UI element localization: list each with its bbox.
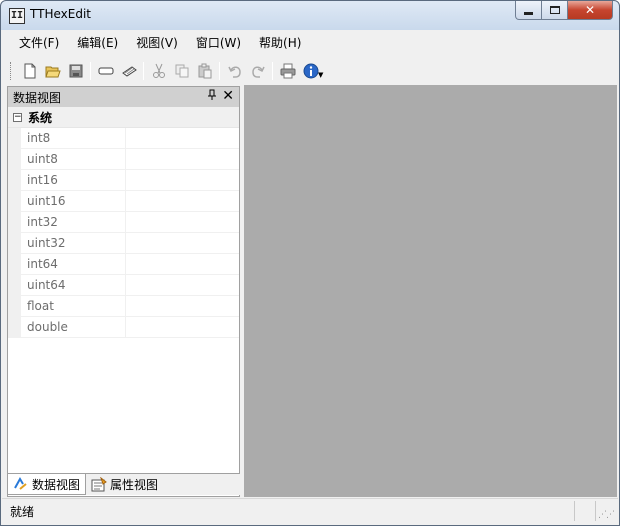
property-row[interactable]: int16	[8, 170, 239, 191]
caption-buttons: ✕	[515, 1, 613, 20]
tab-data-view[interactable]: 数据视图	[7, 474, 87, 495]
property-row[interactable]: uint64	[8, 275, 239, 296]
property-value[interactable]	[126, 128, 239, 148]
close-button[interactable]: ✕	[568, 1, 613, 20]
status-text: 就绪	[10, 505, 35, 519]
property-value[interactable]	[126, 233, 239, 253]
redo-button[interactable]	[246, 60, 269, 82]
pane-close-icon[interactable]: ✕	[222, 88, 234, 104]
insert-icon	[98, 67, 113, 75]
print-icon	[280, 63, 295, 79]
undo-button[interactable]	[223, 60, 246, 82]
property-name: int16	[21, 170, 126, 190]
property-value[interactable]	[126, 191, 239, 211]
tab-label: 数据视图	[32, 477, 81, 492]
property-row[interactable]: int8	[8, 128, 239, 149]
property-name: uint64	[21, 275, 126, 295]
paste-icon	[198, 63, 211, 79]
property-name: int64	[21, 254, 126, 274]
overwrite-icon	[121, 66, 137, 77]
cut-button[interactable]	[147, 60, 170, 82]
property-name: uint8	[21, 149, 126, 169]
pane-title: 数据视图	[13, 90, 62, 105]
data-view-pane: 数据视图 ✕ − 系统 int8 uint8 int16 uint16 int3…	[7, 86, 240, 497]
info-icon	[303, 63, 318, 79]
property-name: int8	[21, 128, 126, 148]
property-row[interactable]: int32	[8, 212, 239, 233]
print-button[interactable]	[276, 60, 299, 82]
property-value[interactable]	[126, 275, 239, 295]
property-group-system[interactable]: − 系统	[8, 107, 239, 128]
maximize-icon	[549, 6, 560, 14]
group-label: 系统	[28, 110, 53, 125]
close-icon: ✕	[584, 3, 596, 17]
property-view-icon	[91, 476, 107, 491]
title-bar[interactable]: II TTHexEdit ✕	[1, 1, 619, 30]
toolbar: ▼	[2, 57, 618, 85]
toolbar-separator	[272, 62, 273, 80]
menu-file[interactable]: 文件(F)	[10, 30, 68, 57]
save-button[interactable]	[64, 60, 87, 82]
cut-icon	[152, 63, 165, 78]
property-value[interactable]	[126, 149, 239, 169]
property-row[interactable]: double	[8, 317, 239, 338]
data-view-icon	[14, 477, 27, 490]
copy-button[interactable]	[170, 60, 193, 82]
property-value[interactable]	[126, 296, 239, 316]
property-name: uint32	[21, 233, 126, 253]
property-value[interactable]	[126, 254, 239, 274]
window-title: TTHexEdit	[30, 7, 91, 21]
copy-icon	[175, 64, 188, 78]
open-folder-icon	[44, 66, 61, 78]
collapse-icon[interactable]: −	[13, 112, 22, 122]
undo-icon	[227, 66, 241, 78]
app-window: II TTHexEdit ✕ 文件(F) 编辑(E) 视图(V) 窗口(W) 帮…	[0, 0, 620, 526]
save-icon	[69, 64, 82, 78]
tab-property-view[interactable]: 属性视图	[86, 474, 163, 495]
minimize-icon	[524, 11, 533, 15]
property-name: float	[21, 296, 126, 316]
menu-bar: 文件(F) 编辑(E) 视图(V) 窗口(W) 帮助(H)	[2, 30, 618, 57]
toolbar-separator	[90, 62, 91, 80]
property-value[interactable]	[126, 317, 239, 337]
status-divider	[595, 501, 596, 521]
status-divider	[574, 501, 575, 521]
property-name: int32	[21, 212, 126, 232]
menu-view[interactable]: 视图(V)	[127, 30, 187, 57]
minimize-button[interactable]	[515, 1, 542, 20]
property-value[interactable]	[126, 170, 239, 190]
property-name: double	[21, 317, 126, 337]
pane-tabs: 数据视图 属性视图	[7, 473, 240, 495]
new-file-button[interactable]	[18, 60, 41, 82]
open-button[interactable]	[41, 60, 64, 82]
toolbar-separator	[143, 62, 144, 80]
mdi-client-area[interactable]	[244, 85, 617, 497]
pin-icon[interactable]	[207, 89, 217, 104]
menu-help[interactable]: 帮助(H)	[250, 30, 310, 57]
property-row[interactable]: uint32	[8, 233, 239, 254]
new-file-icon	[24, 63, 35, 79]
property-value[interactable]	[126, 212, 239, 232]
toolbar-grip[interactable]	[10, 62, 13, 80]
app-icon[interactable]: II	[9, 8, 25, 24]
insert-button[interactable]	[94, 60, 117, 82]
info-dropdown-arrow[interactable]: ▼	[318, 71, 323, 79]
resize-grip[interactable]: ⋰⋰	[598, 510, 615, 520]
status-bar: 就绪 ⋰⋰	[2, 498, 618, 522]
menu-edit[interactable]: 编辑(E)	[68, 30, 127, 57]
toolbar-separator	[219, 62, 220, 80]
property-name: uint16	[21, 191, 126, 211]
menu-window[interactable]: 窗口(W)	[187, 30, 250, 57]
tab-label: 属性视图	[110, 478, 159, 492]
redo-icon	[251, 66, 265, 78]
property-row[interactable]: int64	[8, 254, 239, 275]
overwrite-button[interactable]	[117, 60, 140, 82]
paste-button[interactable]	[193, 60, 216, 82]
property-row[interactable]: float	[8, 296, 239, 317]
property-row[interactable]: uint8	[8, 149, 239, 170]
pane-header: 数据视图 ✕	[8, 87, 239, 107]
property-row[interactable]: uint16	[8, 191, 239, 212]
maximize-button[interactable]	[542, 1, 568, 20]
